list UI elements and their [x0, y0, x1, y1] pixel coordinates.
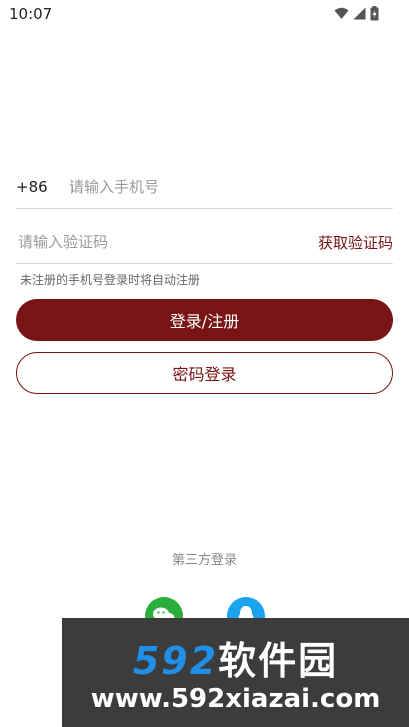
- status-time: 10:07: [9, 5, 53, 23]
- verification-code-input[interactable]: [18, 229, 268, 255]
- country-code[interactable]: +86: [16, 178, 48, 196]
- signal-icon: [353, 7, 366, 20]
- watermark-brand: 软件园: [218, 639, 339, 683]
- watermark-banner: 592软件园 www.592xiazai.com: [62, 618, 409, 727]
- status-bar: 10:07: [0, 0, 409, 28]
- watermark-logo: 592软件园: [62, 630, 409, 685]
- wifi-icon: [334, 7, 349, 19]
- watermark-number: 592: [132, 639, 219, 683]
- get-code-button[interactable]: 获取验证码: [318, 232, 393, 253]
- status-icons: [334, 6, 379, 21]
- phone-row: +86: [16, 168, 393, 209]
- battery-icon: [370, 6, 379, 21]
- auto-register-hint: 未注册的手机号登录时将自动注册: [20, 273, 201, 287]
- login-register-button[interactable]: 登录/注册: [16, 299, 393, 341]
- verification-code-row: 获取验证码: [16, 222, 393, 264]
- phone-input[interactable]: [69, 174, 369, 200]
- watermark-url: www.592xiazai.com: [90, 684, 381, 714]
- password-login-button[interactable]: 密码登录: [16, 352, 393, 394]
- third-party-login-title: 第三方登录: [171, 553, 237, 568]
